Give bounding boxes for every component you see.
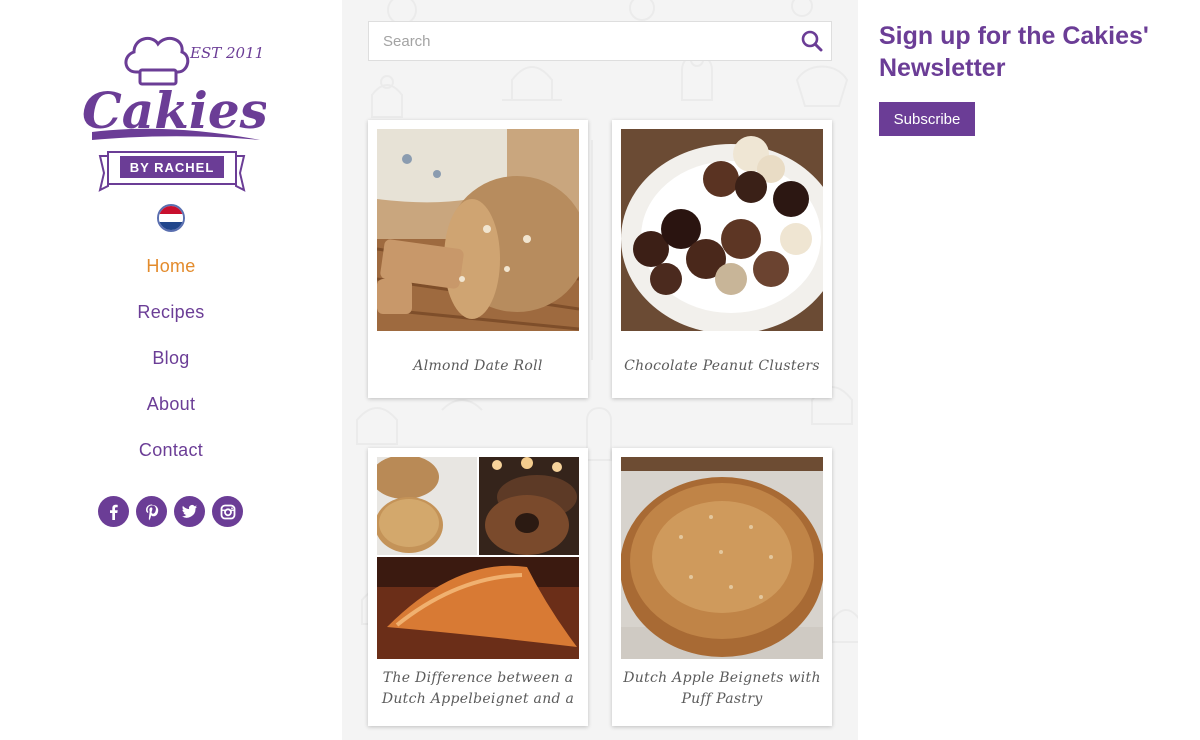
- sidebar: EST 2011 Cakies BY RACHEL Home Recipes B…: [0, 0, 342, 740]
- almond-date-roll-photo[interactable]: [377, 129, 579, 331]
- chef-hat-icon: [124, 36, 190, 86]
- appelbeignet-collage-photo[interactable]: [377, 457, 579, 659]
- byline-text: BY RACHEL: [130, 160, 215, 175]
- twitter-icon[interactable]: [174, 496, 205, 527]
- search-input[interactable]: [369, 22, 789, 60]
- recipe-card[interactable]: Chocolate Peanut Clusters: [612, 120, 832, 398]
- nav-contact[interactable]: Contact: [0, 427, 342, 473]
- recipe-title[interactable]: Chocolate Peanut Clusters: [620, 338, 824, 394]
- facebook-icon[interactable]: [98, 496, 129, 527]
- recipe-title[interactable]: The Difference between a Dutch Appelbeig…: [376, 666, 580, 722]
- recipe-title[interactable]: Almond Date Roll: [376, 338, 580, 394]
- newsletter-title: Sign up for the Cakies' Newsletter: [879, 22, 1149, 82]
- recipe-feed: Almond Date Roll Chocolate Peanut Cluste…: [342, 0, 858, 740]
- chocolate-peanut-clusters-photo[interactable]: [621, 129, 823, 331]
- newsletter-panel: Sign up for the Cakies' Newsletter Subsc…: [858, 0, 1200, 740]
- search-icon: [801, 30, 823, 52]
- nav-about[interactable]: About: [0, 381, 342, 427]
- pinterest-icon[interactable]: [136, 496, 167, 527]
- instagram-icon[interactable]: [212, 496, 243, 527]
- cakies-logo[interactable]: EST 2011 Cakies BY RACHEL: [78, 28, 266, 194]
- nav-blog[interactable]: Blog: [0, 335, 342, 381]
- social-links: [98, 496, 243, 527]
- recipe-title[interactable]: Dutch Apple Beignets with Puff Pastry: [620, 666, 824, 722]
- subscribe-button[interactable]: Subscribe: [879, 102, 975, 136]
- language-flag-icon[interactable]: [157, 204, 185, 232]
- byline-banner: BY RACHEL: [98, 151, 246, 192]
- search-button[interactable]: [799, 28, 825, 54]
- dutch-apple-beignet-photo[interactable]: [621, 457, 823, 659]
- nav-recipes[interactable]: Recipes: [0, 289, 342, 335]
- nav-home[interactable]: Home: [0, 243, 342, 289]
- recipe-card[interactable]: The Difference between a Dutch Appelbeig…: [368, 448, 588, 726]
- est-text: EST 2011: [189, 44, 264, 62]
- search-bar: [368, 21, 832, 61]
- recipe-card[interactable]: Dutch Apple Beignets with Puff Pastry: [612, 448, 832, 726]
- main-nav: Home Recipes Blog About Contact: [0, 243, 342, 473]
- recipe-card[interactable]: Almond Date Roll: [368, 120, 588, 398]
